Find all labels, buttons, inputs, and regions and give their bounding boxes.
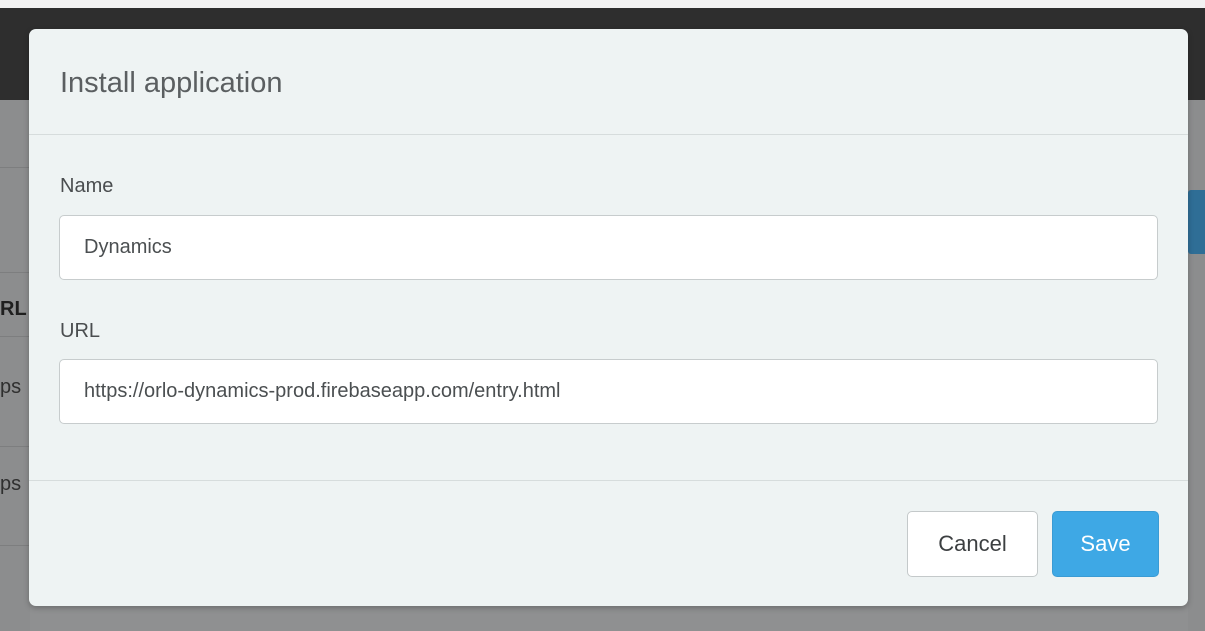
modal-footer: Cancel Save bbox=[29, 481, 1188, 606]
cancel-button[interactable]: Cancel bbox=[907, 511, 1038, 577]
url-input[interactable] bbox=[59, 359, 1158, 424]
save-button[interactable]: Save bbox=[1052, 511, 1159, 577]
url-label: URL bbox=[60, 320, 101, 342]
modal-body: Name URL bbox=[29, 135, 1188, 481]
install-application-modal: Install application Name URL Cancel Save bbox=[29, 29, 1188, 606]
background-top-strip bbox=[0, 0, 1205, 8]
modal-header: Install application bbox=[29, 29, 1188, 135]
background-left-panel bbox=[0, 100, 30, 631]
background-row-divider bbox=[0, 545, 30, 546]
background-right-panel bbox=[1188, 100, 1205, 631]
name-label: Name bbox=[60, 175, 114, 197]
background-row-divider bbox=[0, 167, 30, 168]
background-row-divider bbox=[0, 446, 30, 447]
background-button bbox=[1188, 190, 1205, 254]
background-cell-text: ps bbox=[0, 376, 22, 398]
modal-title: Install application bbox=[60, 67, 283, 99]
background-row-divider bbox=[0, 336, 30, 337]
background-cell-text: ps bbox=[0, 473, 22, 495]
name-input[interactable] bbox=[59, 215, 1158, 280]
background-column-header: RL bbox=[0, 298, 27, 320]
background-row-divider bbox=[0, 272, 30, 273]
